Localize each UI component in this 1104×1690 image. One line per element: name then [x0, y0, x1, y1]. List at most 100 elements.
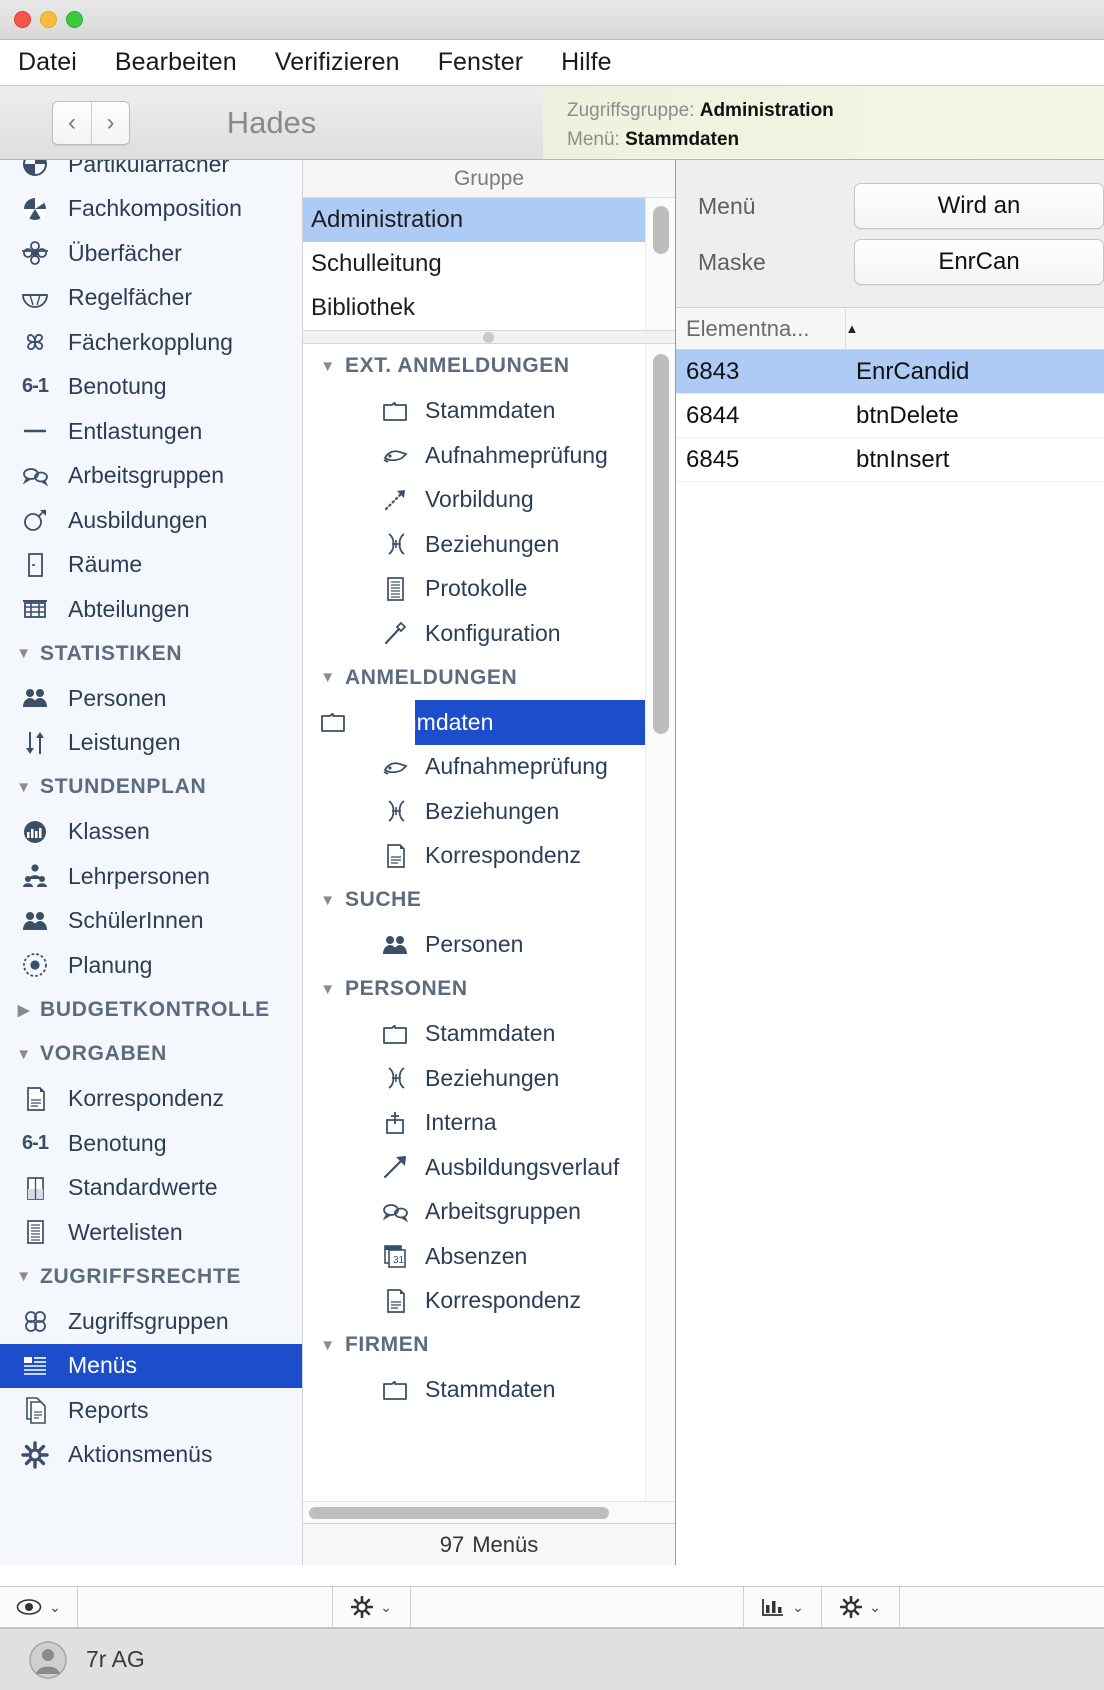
sidebar-group-zugriffsrechte[interactable]: ▼ ZUGRIFFSRECHTE	[0, 1255, 302, 1300]
tree-item-absenzen[interactable]: 31 Absenzen	[303, 1234, 675, 1279]
menu-select[interactable]: Wird an	[854, 183, 1104, 229]
col-header-elementname[interactable]: Elementna... ▲	[676, 308, 858, 349]
sidebar-item-ausbildungen[interactable]: Ausbildungen	[0, 498, 302, 543]
sidebar-item--berf-cher[interactable]: Überfächer	[0, 231, 302, 276]
sidebar-item-f-cherkopplung[interactable]: Fächerkopplung	[0, 320, 302, 365]
chart-options-button[interactable]: ⌄	[744, 1587, 822, 1627]
sidebar-item-label: Entlastungen	[68, 417, 203, 444]
tree-item-korrespondenz[interactable]: Korrespondenz	[303, 1279, 675, 1324]
tree-hscroll-thumb[interactable]	[308, 1506, 609, 1519]
sidebar-item-klassen[interactable]: Klassen	[0, 810, 302, 855]
tree-item-personen[interactable]: Personen	[303, 923, 675, 968]
sidebar-item-benotung[interactable]: 6-1 Benotung	[0, 365, 302, 410]
triangle-down-icon[interactable]: ▼	[311, 1337, 345, 1354]
tree-item-stammdaten[interactable]: Stammdaten	[303, 389, 675, 434]
tree-item-stammdaten[interactable]: Stammdaten	[303, 1368, 675, 1413]
sidebar-group-statistiken[interactable]: ▼ STATISTIKEN	[0, 632, 302, 677]
tree-item-beziehungen[interactable]: Beziehungen	[303, 789, 675, 834]
menu-hilfe[interactable]: Hilfe	[561, 48, 612, 77]
menu-fenster[interactable]: Fenster	[438, 48, 523, 77]
tree-item-stammdaten[interactable]: Stammdaten	[302, 700, 675, 745]
tree-item-interna[interactable]: Interna	[303, 1101, 675, 1146]
splitter-knob[interactable]	[483, 331, 495, 343]
icon-wrap	[14, 416, 56, 446]
sidebar-item-arbeitsgruppen[interactable]: Arbeitsgruppen	[0, 454, 302, 499]
sidebar-item-sch-lerinnen[interactable]: SchülerInnen	[0, 899, 302, 944]
table-row[interactable]: 6844 btnDelete	[676, 394, 1104, 438]
triangle-down-icon[interactable]: ▼	[8, 779, 40, 796]
table-row[interactable]: 6843 EnrCandid	[676, 350, 1104, 394]
tree-item-beziehungen[interactable]: Beziehungen	[303, 522, 675, 567]
sidebar-group-vorgaben[interactable]: ▼ VORGABEN	[0, 1032, 302, 1077]
sidebar-item-lehrpersonen[interactable]: Lehrpersonen	[0, 854, 302, 899]
menu-bearbeiten[interactable]: Bearbeiten	[115, 48, 237, 77]
sidebar-item-standardwerte[interactable]: Standardwerte	[0, 1166, 302, 1211]
sidebar-item-leistungen[interactable]: Leistungen	[0, 721, 302, 766]
sidebar-item-personen[interactable]: Personen	[0, 676, 302, 721]
gruppe-scrollbar[interactable]	[645, 198, 675, 330]
triangle-down-icon[interactable]: ▼	[311, 892, 345, 909]
col-header-secondary[interactable]	[846, 308, 1104, 349]
sidebar-item-r-ume[interactable]: Räume	[0, 543, 302, 588]
sidebar-item-abteilungen[interactable]: Abteilungen	[0, 587, 302, 632]
gruppe-scroll-thumb[interactable]	[653, 206, 669, 254]
maske-select[interactable]: EnrCan	[854, 239, 1104, 285]
sidebar-item-korrespondenz[interactable]: Korrespondenz	[0, 1077, 302, 1122]
tree-group-suche[interactable]: ▼ SUCHE	[303, 878, 675, 923]
sidebar-item-regelf-cher[interactable]: Regelfächer	[0, 276, 302, 321]
triangle-down-icon[interactable]: ▼	[8, 1268, 40, 1285]
tree-hscrollbar[interactable]	[302, 1501, 675, 1523]
triangle-down-icon[interactable]: ▼	[8, 645, 40, 662]
zoom-button[interactable]	[66, 11, 83, 28]
triangle-right-icon[interactable]: ▶	[8, 1001, 40, 1019]
sidebar-item-planung[interactable]: Planung	[0, 943, 302, 988]
close-button[interactable]	[14, 11, 31, 28]
triangle-down-icon[interactable]: ▼	[8, 1046, 40, 1063]
middle-actions-button[interactable]: ⌄	[333, 1587, 411, 1627]
sidebar-group-budgetkontrolle[interactable]: ▶ BUDGETKONTROLLE	[0, 988, 302, 1033]
sidebar-item-fachkomposition[interactable]: Fachkomposition	[0, 187, 302, 232]
tree-item-arbeitsgruppen[interactable]: Arbeitsgruppen	[303, 1190, 675, 1235]
tree-scrollbar[interactable]	[645, 344, 675, 1501]
gruppe-row[interactable]: Schulleitung	[303, 242, 675, 286]
tree-item-aufnahmepr-fung[interactable]: Aufnahmeprüfung	[303, 433, 675, 478]
user-avatar-icon[interactable]	[28, 1640, 68, 1680]
sidebar-item-entlastungen[interactable]: Entlastungen	[0, 409, 302, 454]
tree-item-stammdaten[interactable]: Stammdaten	[303, 1012, 675, 1057]
tree-item-beziehungen[interactable]: Beziehungen	[303, 1056, 675, 1101]
tree-item-ausbildungsverlauf[interactable]: Ausbildungsverlauf	[303, 1145, 675, 1190]
pane-splitter[interactable]	[302, 330, 675, 344]
tree-item-korrespondenz[interactable]: Korrespondenz	[303, 834, 675, 879]
tree-group-ext-anmeldungen[interactable]: ▼ EXT. ANMELDUNGEN	[303, 344, 675, 389]
tree-group-firmen[interactable]: ▼ FIRMEN	[303, 1323, 675, 1368]
menu-verifizieren[interactable]: Verifizieren	[275, 48, 400, 77]
minimize-button[interactable]	[40, 11, 57, 28]
tree-group-anmeldungen[interactable]: ▼ ANMELDUNGEN	[303, 656, 675, 701]
sidebar-item-reports[interactable]: Reports	[0, 1388, 302, 1433]
tree-item-protokolle[interactable]: Protokolle	[303, 567, 675, 612]
triangle-down-icon[interactable]: ▼	[311, 981, 345, 998]
gruppe-column-header[interactable]: Gruppe	[302, 160, 675, 198]
sidebar-item-benotung[interactable]: 6-1 Benotung	[0, 1121, 302, 1166]
tree-item-konfiguration[interactable]: Konfiguration	[303, 611, 675, 656]
triangle-down-icon[interactable]: ▼	[311, 669, 345, 686]
right-actions-button[interactable]: ⌄	[822, 1587, 900, 1627]
triangle-down-icon[interactable]: ▼	[311, 358, 345, 375]
menu-datei[interactable]: Datei	[18, 48, 77, 77]
sidebar-item-men-s[interactable]: Menüs	[0, 1343, 302, 1388]
forward-button[interactable]: ›	[91, 101, 129, 144]
gruppe-row[interactable]: Administration	[302, 198, 675, 242]
tree-item-aufnahmepr-fung[interactable]: Aufnahmeprüfung	[303, 745, 675, 790]
view-options-button[interactable]: ⌄	[0, 1587, 78, 1627]
sidebar-group-stundenplan[interactable]: ▼ STUNDENPLAN	[0, 765, 302, 810]
sidebar-item-wertelisten[interactable]: Wertelisten	[0, 1210, 302, 1255]
sidebar-item-zugriffsgruppen[interactable]: Zugriffsgruppen	[0, 1299, 302, 1344]
table-row[interactable]: 6845 btnInsert	[676, 438, 1104, 482]
tree-scroll-thumb[interactable]	[653, 354, 669, 734]
tree-group-personen[interactable]: ▼ PERSONEN	[303, 967, 675, 1012]
gruppe-row[interactable]: Bibliothek	[303, 286, 675, 330]
sidebar-item-aktionsmen-s[interactable]: Aktionsmenüs	[0, 1433, 302, 1478]
back-button[interactable]: ‹	[53, 101, 91, 144]
sidebar-item-partikularf-cher[interactable]: Partikularfächer	[0, 160, 302, 187]
tree-item-vorbildung[interactable]: Vorbildung	[303, 478, 675, 523]
